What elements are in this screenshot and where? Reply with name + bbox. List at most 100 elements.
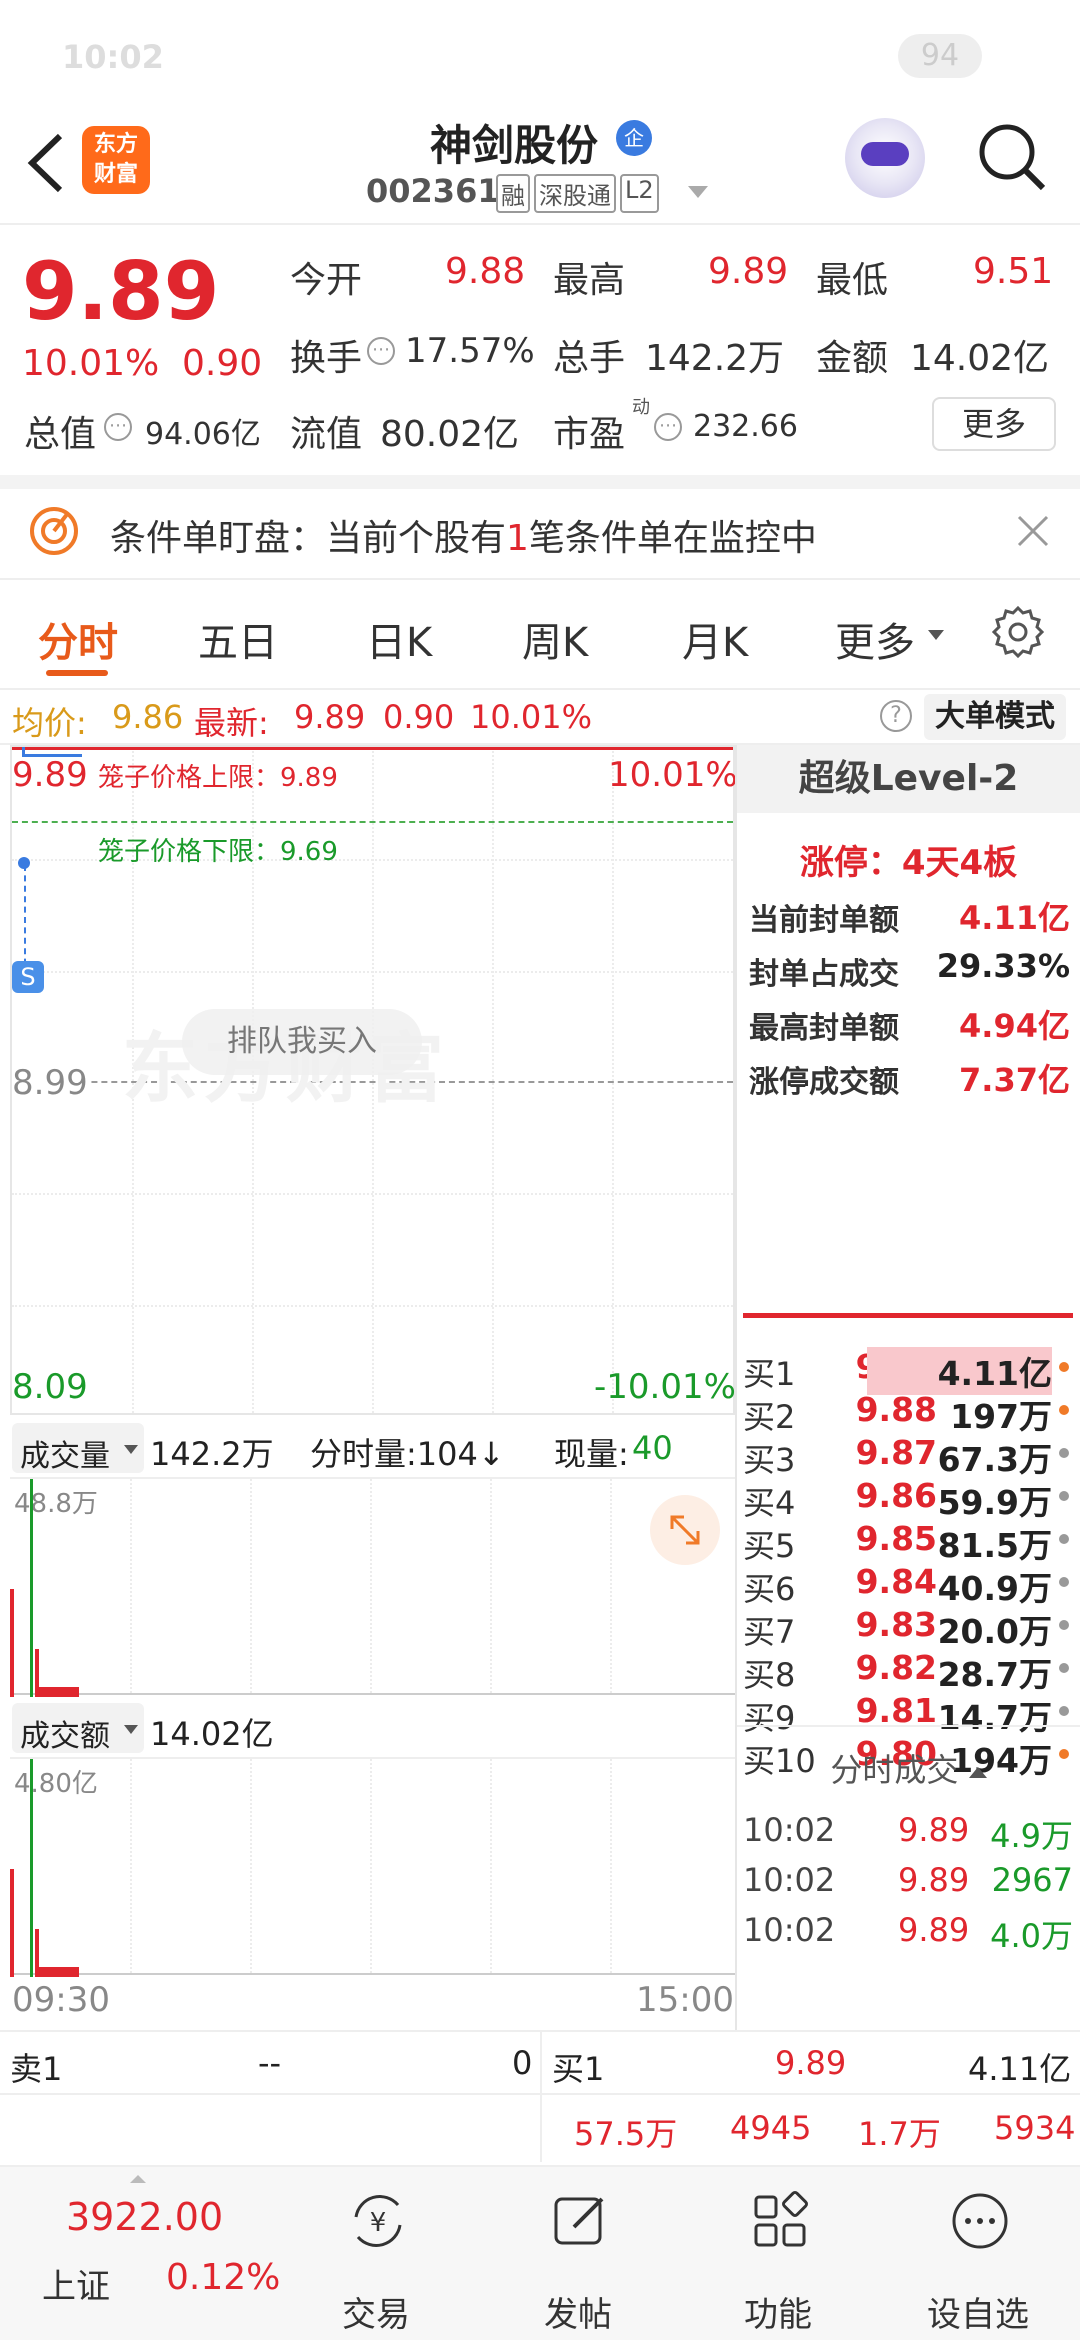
order-book-row[interactable]: 买6 9.84 40.9万 [743,1560,1078,1608]
amount-selector-label: 成交额 [20,1719,110,1754]
upper-limit-label: 笼子价格上限：9.89 [98,763,338,793]
limit-up-streak: 涨停：4天4板 [799,843,1018,883]
tick-time: 10:02 [743,1811,836,1849]
info-icon[interactable]: ⋯ [367,337,395,365]
ticks-title[interactable]: 分时成交 [737,1745,1080,1791]
robot-avatar-icon[interactable] [845,118,925,198]
order-book-row[interactable]: 买3 9.87 67.3万 [743,1431,1078,1479]
nav-post-label: 发帖 [544,2295,612,2335]
more-button[interactable]: 更多 [932,397,1056,451]
chevron-down-icon[interactable] [688,186,708,198]
queue-buy-button[interactable]: 排队我买入 [182,1009,422,1075]
mid-price-label: 8.99 [12,1063,88,1103]
caret-down-icon [124,1725,138,1734]
amount-total: 14.02亿 [150,1715,274,1753]
summary-number: 4945 [730,2109,812,2147]
expand-icon[interactable] [650,1495,720,1565]
settings-gear-icon[interactable] [990,604,1046,660]
tick-row: 10:02 9.89 2967 [743,1855,1078,1903]
sell-signal-marker[interactable]: S [12,961,44,993]
tick-price: 9.89 [898,1911,970,1949]
latest-value: 9.89 [294,698,366,736]
index-ticker[interactable]: 3922.00 上证 0.12% [0,2167,300,2342]
order-dot-icon [1059,1362,1069,1372]
tab-more[interactable]: 更多 [835,610,915,668]
best-quote-row: 卖1 -- 0 买1 9.89 4.11亿 [0,2030,1080,2162]
order-book-row[interactable]: 买8 9.82 28.7万 [743,1646,1078,1694]
amount-label: 金额 [816,338,889,379]
volume-bars: 48.8万 [10,1477,735,1697]
caret-down-icon[interactable] [928,630,944,640]
volume-value: 142.2万 [645,338,785,379]
avg-value: 9.86 [112,698,184,736]
amount-selector[interactable]: 成交额 [12,1703,144,1754]
order-book-row[interactable]: 买5 9.85 81.5万 [743,1517,1078,1565]
nav-post[interactable]: 发帖 [498,2167,658,2342]
amount-bars: 4.80亿 [10,1757,735,1977]
level2-row-value: 29.33% [936,947,1070,985]
marker-dot [18,857,30,869]
time-end-label: 15:00 [636,1980,734,2020]
index-name: 上证 [42,2267,110,2307]
help-icon[interactable]: ? [880,700,912,732]
float-cap-value: 80.02亿 [380,414,520,455]
caret-up-icon [130,2175,146,2183]
sell1-volume: 0 [512,2044,533,2082]
upper-limit-line [12,747,733,750]
avg-label: 均价: [12,704,87,742]
info-icon[interactable]: ⋯ [654,413,682,441]
tab-five-day[interactable]: 五日 [198,610,278,668]
status-bar: 10:02 94 [0,0,1080,110]
nav-add-watchlist[interactable]: 设自选 [898,2167,1058,2342]
nav-trade[interactable]: ¥ 交易 [296,2167,456,2342]
tab-intraday[interactable]: 分时 [38,610,118,668]
ticks-title-label: 分时成交 [830,1751,959,1789]
order-dot-icon [1059,1620,1069,1630]
pe-value: 232.66 [693,409,798,444]
summary-number-row: 57.5万 4945 1.7万 5934 [0,2095,1080,2165]
company-badge: 企 [616,120,652,156]
stock-tags: 融 深股通 L2 [496,174,659,213]
nav-trade-label: 交易 [342,2295,410,2335]
intraday-chart[interactable]: 9.89 笼子价格上限：9.89 10.01% 笼子价格下限：9.69 S 东方… [10,745,738,1415]
big-order-mode-button[interactable]: 大单模式 [924,694,1066,740]
amount-bar [30,1759,33,1977]
buy1-price: 9.89 [775,2044,847,2082]
high-label: 最高 [553,260,626,301]
order-book-row[interactable]: 买19.894.11亿 [743,1345,1078,1395]
pe-label: 市盈 [553,414,626,455]
nav-functions-label: 功能 [744,2295,812,2335]
time-start-label: 09:30 [12,1980,110,2020]
level2-title[interactable]: 超级Level-2 [737,745,1080,813]
tab-day-k[interactable]: 日K [366,610,432,668]
order-dot-icon [1059,1491,1069,1501]
tab-week-k[interactable]: 周K [522,610,588,668]
amount-bar [39,1967,79,1977]
tick-volume: 2967 [991,1861,1073,1899]
back-icon[interactable] [22,128,72,198]
app-logo[interactable]: 东方 财富 [82,126,150,194]
bottom-price-label: 8.09 [12,1367,88,1407]
edit-icon [548,2189,612,2253]
tag-level2: L2 [620,174,659,213]
order-dot-icon [1059,1448,1069,1458]
order-book-row[interactable]: 买4 9.86 59.9万 [743,1474,1078,1522]
level2-row-value: 4.94亿 [959,1007,1070,1045]
order-book-row[interactable]: 买7 9.83 20.0万 [743,1603,1078,1651]
close-icon[interactable] [1015,513,1051,549]
condition-order-notice[interactable]: 条件单盯盘：当前个股有1笔条件单在监控中 [0,475,1080,580]
amount-panel: 成交额 14.02亿 4.80亿 09:30 15:00 [0,1695,735,2025]
order-book-row[interactable]: 买9 9.81 14.7万 [743,1689,1078,1737]
tick-price: 9.89 [898,1811,970,1849]
volume-selector[interactable]: 成交量 [12,1423,144,1474]
nav-functions[interactable]: 功能 [698,2167,858,2342]
info-icon[interactable]: ⋯ [104,413,132,441]
low-label: 最低 [816,260,889,301]
order-book-row[interactable]: 买2 9.88 197万 [743,1388,1078,1436]
market-cap-label: 总值 [24,414,97,455]
marker-line [24,865,26,975]
summary-number: 5934 [994,2109,1076,2147]
tab-month-k[interactable]: 月K [682,610,748,668]
search-icon[interactable] [975,120,1050,195]
open-label: 今开 [290,260,363,301]
